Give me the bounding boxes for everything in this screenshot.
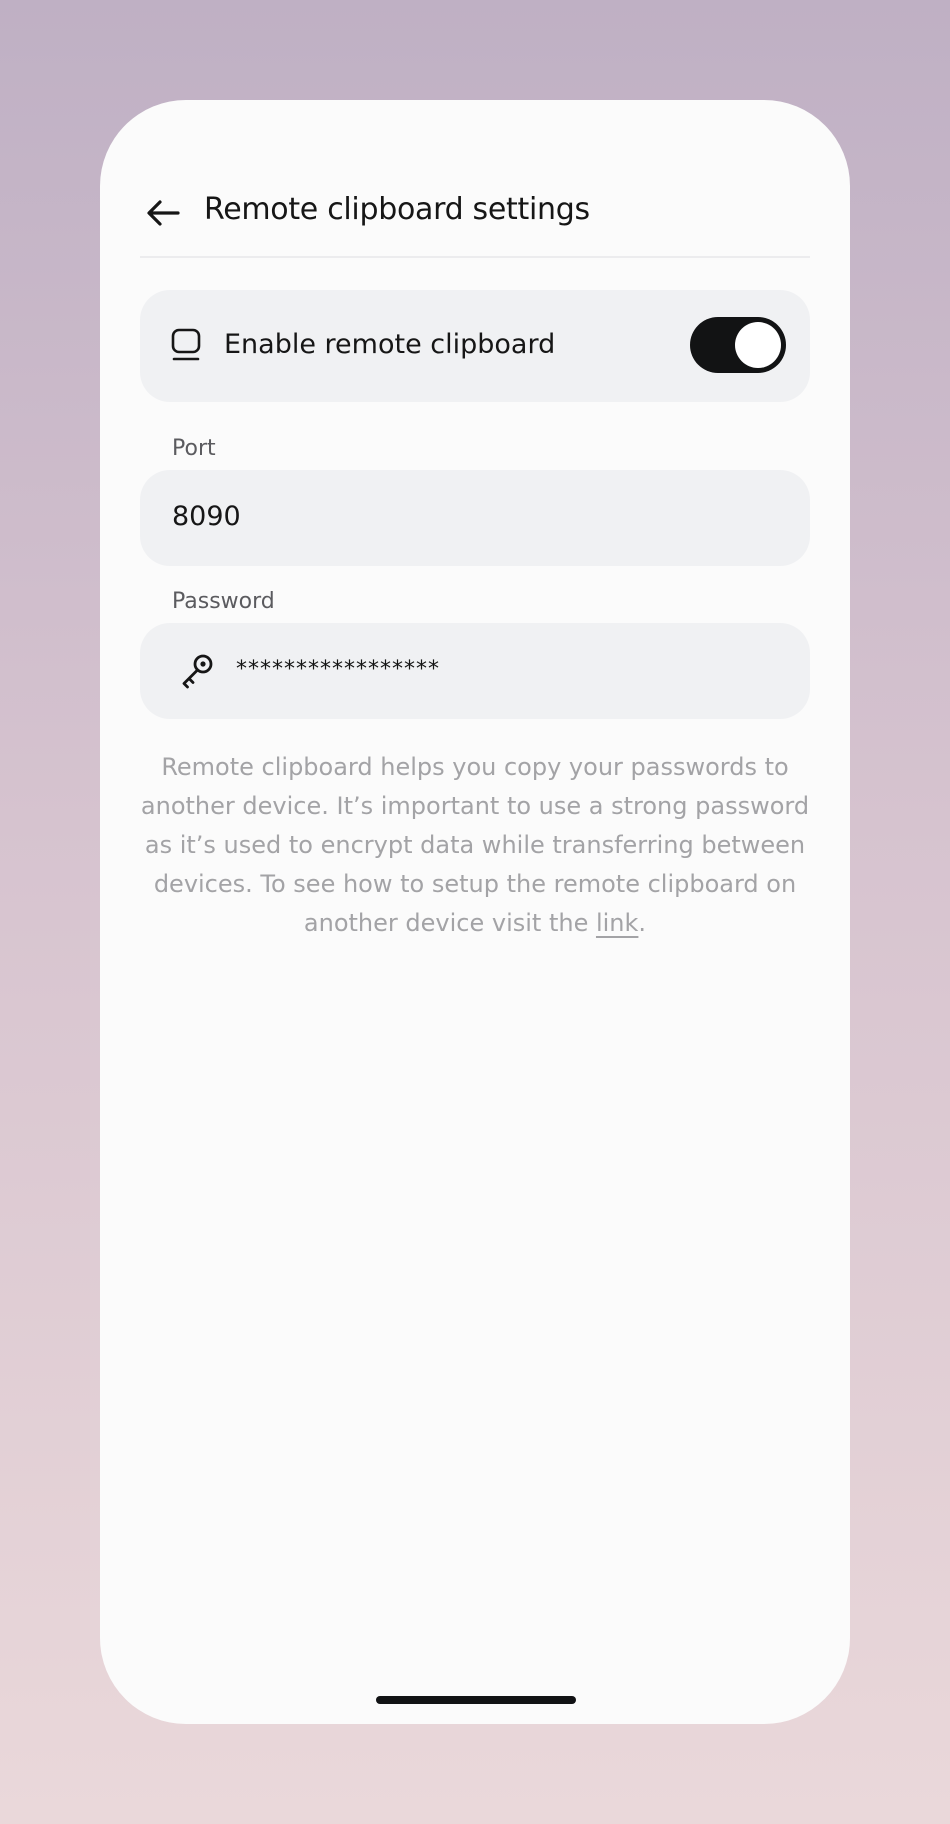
arrow-left-icon — [147, 200, 180, 226]
help-text-body: Remote clipboard helps you copy your pas… — [140, 753, 810, 937]
help-text-suffix: . — [638, 909, 647, 937]
help-text: Remote clipboard helps you copy your pas… — [130, 748, 820, 943]
password-label: Password — [172, 589, 275, 614]
phone-screen: Remote clipboard settings Enable remote … — [100, 100, 850, 1724]
port-input[interactable]: 8090 — [140, 470, 810, 566]
page-title: Remote clipboard settings — [204, 192, 590, 227]
clipboard-icon — [171, 328, 201, 361]
header: Remote clipboard settings — [140, 100, 810, 258]
port-value: 8090 — [172, 501, 241, 532]
key-icon — [182, 654, 213, 689]
back-button[interactable] — [140, 190, 186, 236]
password-input[interactable]: ***************** — [140, 623, 810, 719]
toggle-knob — [735, 322, 781, 368]
enable-remote-clipboard-row[interactable]: Enable remote clipboard — [140, 290, 810, 402]
password-value: ***************** — [236, 657, 440, 682]
port-label: Port — [172, 436, 216, 461]
help-link[interactable]: link — [596, 909, 638, 937]
enable-remote-clipboard-toggle[interactable] — [690, 317, 786, 373]
home-indicator[interactable] — [376, 1696, 576, 1704]
enable-remote-clipboard-label: Enable remote clipboard — [224, 329, 556, 360]
